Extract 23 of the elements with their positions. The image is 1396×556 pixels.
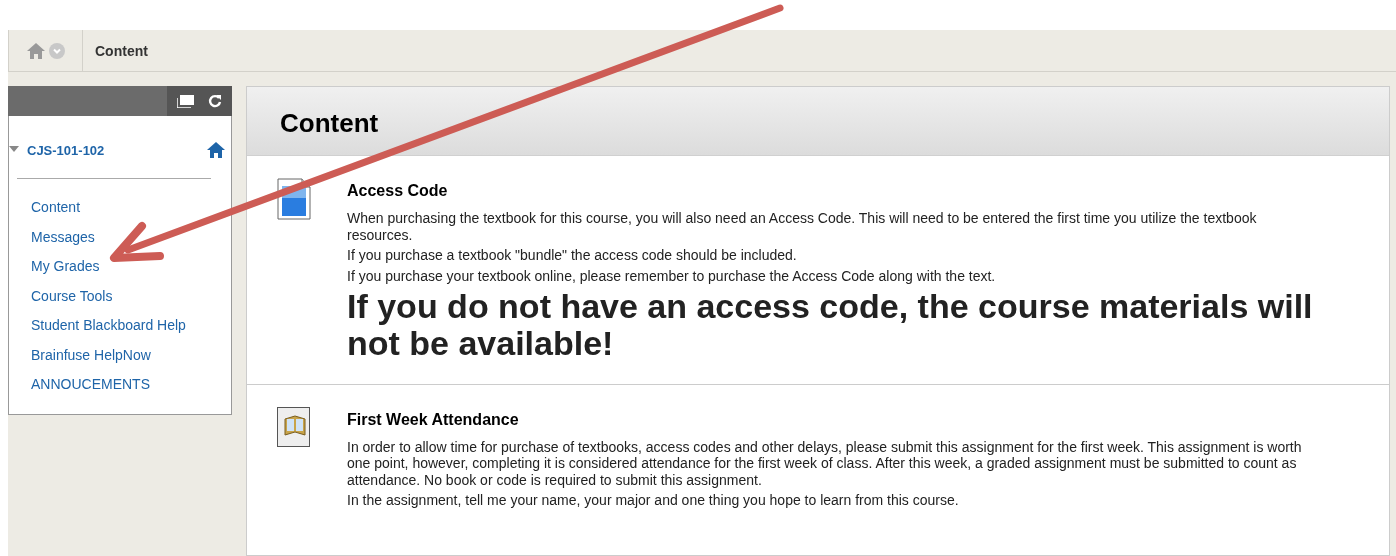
course-link[interactable]: CJS-101-102 <box>27 142 105 158</box>
refresh-icon[interactable] <box>208 94 222 108</box>
item-title[interactable]: First Week Attendance <box>347 410 1323 429</box>
item-description: If you purchase a textbook "bundle" the access code should be included. <box>347 247 798 264</box>
home-icon[interactable] <box>207 142 225 158</box>
menu-link[interactable]: Messages <box>31 222 95 252</box>
menu-link[interactable]: My Grades <box>31 252 100 282</box>
item-title[interactable]: Access Code <box>347 182 1323 200</box>
window-icon[interactable] <box>177 94 194 108</box>
breadcrumb-current: Content <box>95 42 148 59</box>
page-title: Content <box>280 106 379 139</box>
menu-link[interactable]: Course Tools <box>31 281 113 311</box>
expand-triangle-icon[interactable] <box>9 146 19 154</box>
item-description: If you purchase your textbook online, please remember to purchase the Access Code along with the text. <box>347 267 997 285</box>
menu-link[interactable]: Student Blackboard Help <box>31 311 186 341</box>
menu-link[interactable]: Brainfuse HelpNow <box>31 340 151 370</box>
book-icon <box>277 406 311 447</box>
menu-link[interactable]: ANNOUCEMENTS <box>31 370 150 400</box>
item-description: In order to allow time for purchase of textbooks, access codes and other delays, please submit this assignment for the first week. This assignment is worth one point, however, completing it is considered attendance for the first week of class. After this week, a graded assignment must be submitted to count as attendance. No book or code is required to submit this assignment. <box>347 438 1303 489</box>
item-description: When purchasing the textbook for this course, you will also need an Access Code. This will need to be entered the first time you utilize the textbook resources. <box>347 210 1258 244</box>
item-description: In the assignment, tell me your name, your major and one thing you hope to learn from this course. <box>347 492 960 509</box>
menu-link[interactable]: Content <box>31 193 81 223</box>
warning-text: If you do not have an access code, the course materials will not be available! <box>347 288 1314 362</box>
